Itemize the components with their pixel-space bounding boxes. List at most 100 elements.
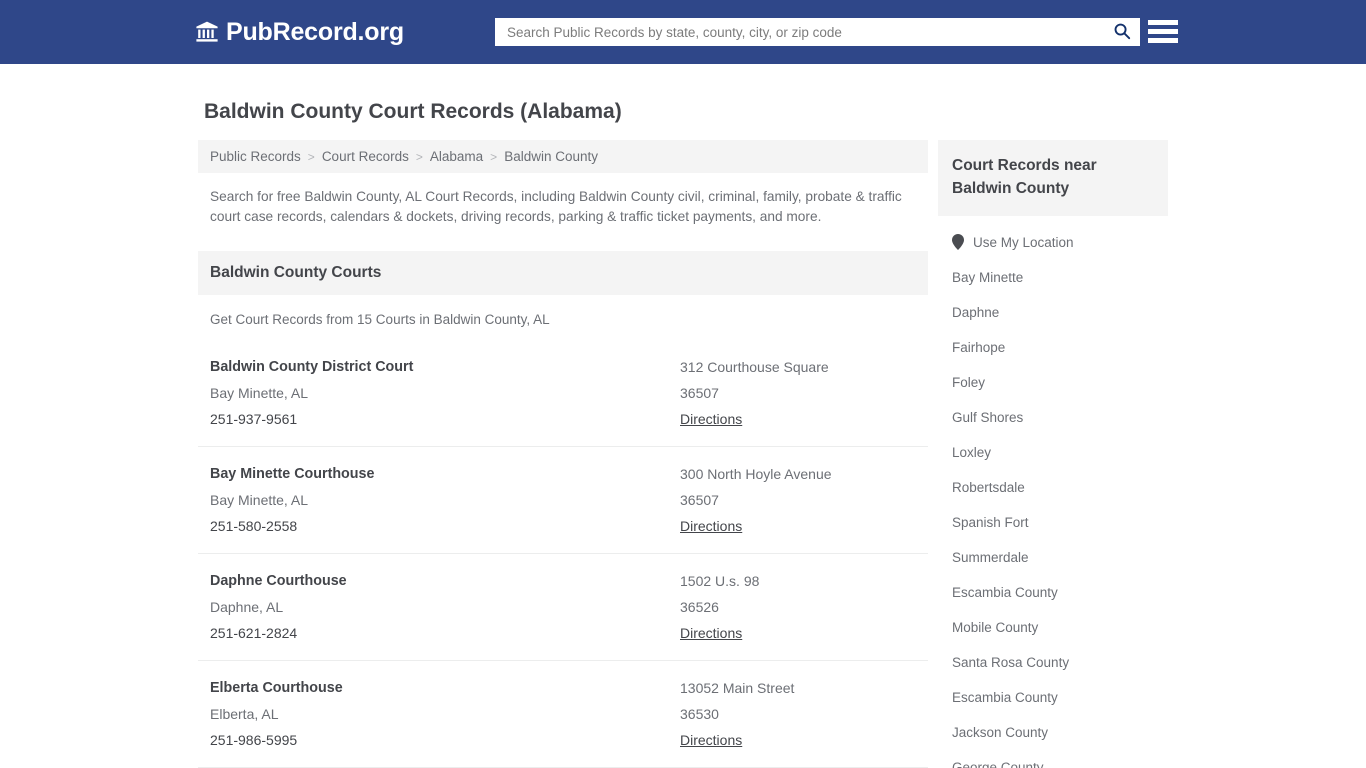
courts-section-heading: Baldwin County Courts [198,251,928,295]
court-phone: 251-580-2558 [210,518,298,534]
court-name[interactable]: Bay Minette Courthouse [210,461,680,487]
court-address: 13052 Main Street 36530 Directions [680,675,916,753]
directions-link[interactable]: Directions [680,727,742,753]
sidebar-item-label: Fairhope [952,340,1006,355]
page-body: Baldwin County Court Records (Alabama) P… [0,64,1366,768]
court-address: 312 Courthouse Square 36507 Directions [680,354,916,432]
map-pin-icon [952,234,964,250]
sidebar-item-label: Foley [952,375,986,390]
court-city-state: Elberta, AL [210,706,279,722]
sidebar-item-use-my-location[interactable]: Use My Location [938,224,1168,260]
court-city-state: Bay Minette, AL [210,492,309,508]
directions-link[interactable]: Directions [680,620,742,646]
court-street: 300 North Hoyle Avenue [680,466,832,482]
court-zip: 36507 [680,385,719,401]
sidebar-item-gulf-shores[interactable]: Gulf Shores [938,400,1168,435]
sidebar-item-label: Escambia County [952,585,1058,600]
hamburger-menu-button[interactable] [1148,18,1178,45]
courts-list: Baldwin County District Court Bay Minett… [198,340,928,768]
sidebar-item-loxley[interactable]: Loxley [938,435,1168,470]
breadcrumb-item-public-records[interactable]: Public Records [210,149,301,164]
sidebar-item-george-county[interactable]: George County [938,750,1168,768]
site-header: PubRecord.org [0,0,1366,64]
sidebar-item-label: Jackson County [952,725,1049,740]
court-details: Daphne Courthouse Daphne, AL 251-621-282… [210,568,680,646]
court-street: 312 Courthouse Square [680,359,829,375]
court-zip: 36507 [680,492,719,508]
sidebar-nearby-list: Use My Location Bay Minette Daphne Fairh… [938,216,1168,768]
court-name[interactable]: Baldwin County District Court [210,354,680,380]
sidebar-item-fairhope[interactable]: Fairhope [938,330,1168,365]
bank-building-icon [195,19,219,45]
breadcrumb-item-alabama[interactable]: Alabama [430,149,483,164]
table-row: Daphne Courthouse Daphne, AL 251-621-282… [198,553,928,660]
court-phone: 251-986-5995 [210,732,298,748]
site-logo-link[interactable]: PubRecord.org [195,18,404,46]
table-row: Bay Minette Courthouse Bay Minette, AL 2… [198,446,928,553]
court-name[interactable]: Daphne Courthouse [210,568,680,594]
sidebar-item-daphne[interactable]: Daphne [938,295,1168,330]
sidebar-item-label: Santa Rosa County [952,655,1070,670]
sidebar-item-escambia-county[interactable]: Escambia County [938,575,1168,610]
sidebar-item-robertsdale[interactable]: Robertsdale [938,470,1168,505]
breadcrumb-item-court-records[interactable]: Court Records [322,149,409,164]
court-address: 1502 U.s. 98 36526 Directions [680,568,916,646]
sidebar-item-label: Daphne [952,305,1000,320]
search-button[interactable] [1104,18,1140,46]
search-icon [1113,22,1131,43]
breadcrumb-item-baldwin-county[interactable]: Baldwin County [504,149,598,164]
court-name[interactable]: Elberta Courthouse [210,675,680,701]
sidebar-item-escambia-county-fl[interactable]: Escambia County [938,680,1168,715]
directions-link[interactable]: Directions [680,406,742,432]
court-city-state: Bay Minette, AL [210,385,309,401]
court-phone: 251-937-9561 [210,411,298,427]
sidebar-item-label: Robertsdale [952,480,1025,495]
sidebar-item-label: Escambia County [952,690,1058,705]
breadcrumb-separator: > [490,149,498,164]
sidebar-item-label: Summerdale [952,550,1029,565]
page-intro-text: Search for free Baldwin County, AL Court… [210,189,902,224]
court-zip: 36526 [680,599,719,615]
sidebar-item-label: Loxley [952,445,992,460]
sidebar-item-mobile-county[interactable]: Mobile County [938,610,1168,645]
court-zip: 36530 [680,706,719,722]
sidebar-item-santa-rosa-county[interactable]: Santa Rosa County [938,645,1168,680]
sidebar-heading: Court Records near Baldwin County [938,140,1168,216]
breadcrumb-separator: > [415,149,423,164]
court-address: 300 North Hoyle Avenue 36507 Directions [680,461,916,539]
court-details: Bay Minette Courthouse Bay Minette, AL 2… [210,461,680,539]
site-logo-text: PubRecord.org [226,18,404,46]
court-details: Baldwin County District Court Bay Minett… [210,354,680,432]
hamburger-menu-icon-bar [1148,38,1178,43]
sidebar-item-label: George County [952,760,1044,768]
content-container: Baldwin County Court Records (Alabama) P… [198,64,1168,768]
breadcrumb-separator: > [307,149,315,164]
sidebar-item-bay-minette[interactable]: Bay Minette [938,260,1168,295]
sidebar-item-summerdale[interactable]: Summerdale [938,540,1168,575]
sidebar-item-label: Mobile County [952,620,1039,635]
court-city-state: Daphne, AL [210,599,284,615]
court-details: Elberta Courthouse Elberta, AL 251-986-5… [210,675,680,753]
sidebar: Court Records near Baldwin County Use My… [928,140,1168,768]
court-street: 13052 Main Street [680,680,795,696]
sidebar-item-label: Gulf Shores [952,410,1024,425]
search-input[interactable] [495,19,1104,45]
hamburger-menu-icon-bar [1148,20,1178,25]
search-bar [495,18,1140,46]
page-title: Baldwin County Court Records (Alabama) [204,100,622,123]
sidebar-item-jackson-county[interactable]: Jackson County [938,715,1168,750]
sidebar-item-spanish-fort[interactable]: Spanish Fort [938,505,1168,540]
sidebar-item-label: Spanish Fort [952,515,1029,530]
courts-section-subheading: Get Court Records from 15 Courts in Bald… [210,312,550,327]
sidebar-item-label: Bay Minette [952,270,1024,285]
main-column: Public Records > Court Records > Alabama… [198,140,928,768]
directions-link[interactable]: Directions [680,513,742,539]
sidebar-item-foley[interactable]: Foley [938,365,1168,400]
court-phone: 251-621-2824 [210,625,298,641]
hamburger-menu-icon-bar [1148,29,1178,34]
breadcrumb: Public Records > Court Records > Alabama… [198,140,928,173]
table-row: Baldwin County District Court Bay Minett… [198,340,928,446]
two-column-layout: Public Records > Court Records > Alabama… [198,140,1168,768]
table-row: Elberta Courthouse Elberta, AL 251-986-5… [198,660,928,767]
sidebar-item-label: Use My Location [973,234,1074,250]
